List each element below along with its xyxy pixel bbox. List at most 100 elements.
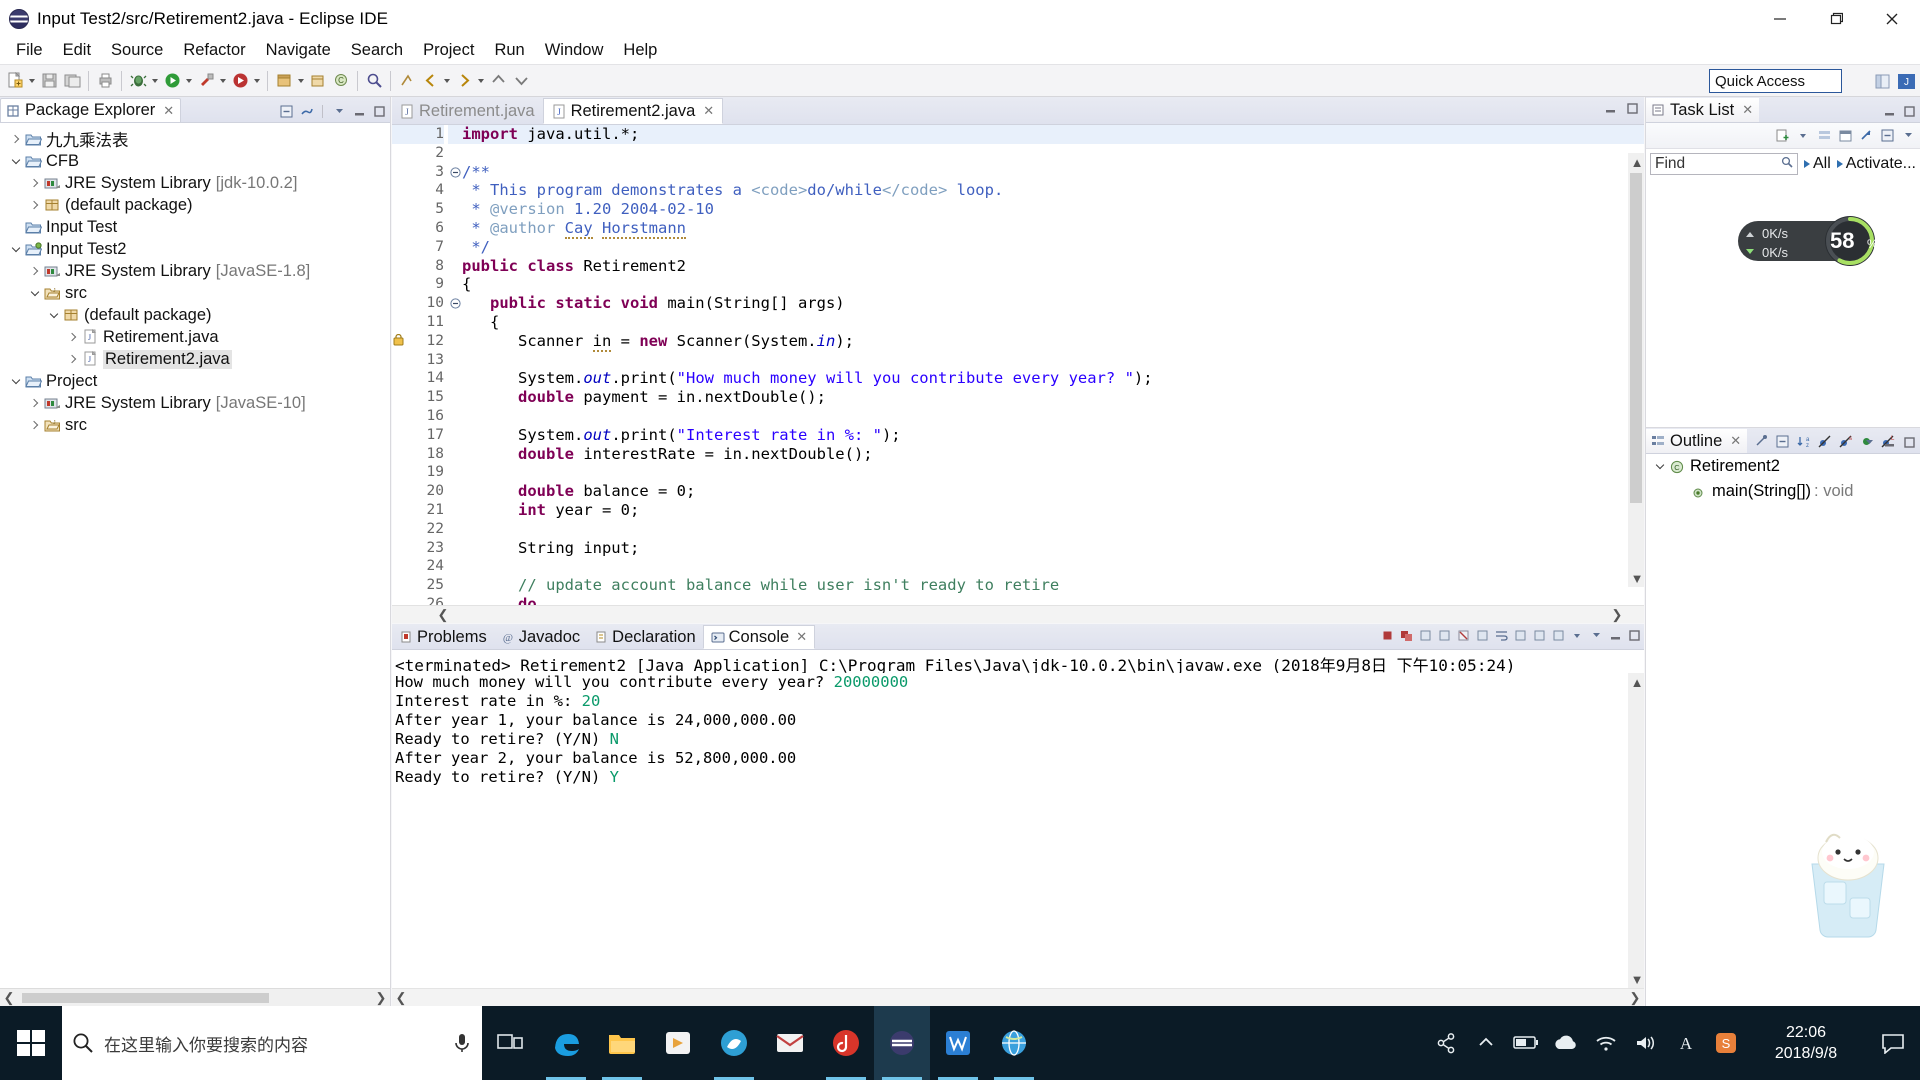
debug-icon[interactable]: [127, 69, 149, 93]
eclipse-icon[interactable]: [874, 1006, 930, 1080]
show-hidden-icons-icon[interactable]: [1466, 1006, 1506, 1080]
close-icon[interactable]: ✕: [1730, 433, 1741, 449]
perspective-java-icon[interactable]: J: [1895, 69, 1917, 93]
close-icon[interactable]: ✕: [163, 103, 174, 119]
chevron-down-icon[interactable]: [46, 307, 62, 323]
close-icon[interactable]: ✕: [703, 103, 714, 119]
debug-dropdown-icon[interactable]: [150, 69, 160, 93]
browser-icon[interactable]: [706, 1006, 762, 1080]
next-annotation-icon[interactable]: [510, 69, 532, 93]
schedule-icon[interactable]: [1837, 127, 1853, 143]
network-monitor-widget[interactable]: 0K/s 0K/s 58 %: [1738, 215, 1888, 267]
minimize-view-icon[interactable]: [1881, 434, 1897, 450]
task-dropdown-icon[interactable]: [1795, 127, 1811, 143]
menu-file[interactable]: File: [6, 39, 53, 62]
tree-item[interactable]: Jsrc: [0, 282, 390, 304]
netease-icon[interactable]: [818, 1006, 874, 1080]
last-edit-location-icon[interactable]: [396, 69, 418, 93]
tree-item[interactable]: (default package): [0, 304, 390, 326]
menu-edit[interactable]: Edit: [53, 39, 101, 62]
taskbar-search-box[interactable]: 在这里输入你要搜索的内容: [62, 1006, 482, 1080]
marker-ruler[interactable]: [392, 125, 410, 605]
menu-run[interactable]: Run: [484, 39, 534, 62]
new-java-project-icon[interactable]: [273, 69, 295, 93]
task-view-icon[interactable]: [482, 1006, 538, 1080]
pin-console-icon[interactable]: [1512, 627, 1528, 643]
menu-navigate[interactable]: Navigate: [256, 39, 341, 62]
clear-console-icon[interactable]: [1455, 627, 1471, 643]
tab-outline[interactable]: Outline ✕: [1646, 429, 1748, 453]
scroll-left-icon[interactable]: ❮: [434, 606, 452, 624]
tree-item[interactable]: Jsrc: [0, 414, 390, 436]
hide-fields-icon[interactable]: [1816, 433, 1832, 449]
console-output[interactable]: How much money will you contribute every…: [392, 673, 1628, 988]
minimize-editor-icon[interactable]: [1602, 100, 1618, 116]
menu-search[interactable]: Search: [341, 39, 413, 62]
save-all-icon[interactable]: [61, 69, 83, 93]
tree-item[interactable]: (default package): [0, 194, 390, 216]
new-package-icon[interactable]: [307, 69, 329, 93]
sort-icon[interactable]: az: [1795, 433, 1811, 449]
minimize-view-icon[interactable]: [1607, 627, 1623, 643]
search-toolbar-icon[interactable]: [363, 69, 385, 93]
link-with-editor-icon[interactable]: [298, 103, 314, 119]
tab-declaration[interactable]: Declaration: [587, 625, 702, 649]
categorize-icon[interactable]: [1816, 127, 1832, 143]
console-vscrollbar[interactable]: ▲ ▼: [1628, 673, 1644, 988]
tab-task-list[interactable]: Task List ✕: [1646, 98, 1760, 122]
maximize-view-icon[interactable]: [1901, 103, 1917, 119]
outline-item[interactable]: C Retirement2: [1646, 454, 1920, 479]
task-filter-all[interactable]: All: [1803, 155, 1831, 173]
new-icon[interactable]: [4, 69, 26, 93]
maximize-view-icon[interactable]: [1901, 434, 1917, 450]
external-tools-dropdown-icon[interactable]: [218, 69, 228, 93]
tree-item[interactable]: Input Test: [0, 216, 390, 238]
scroll-right-icon[interactable]: ❯: [1626, 989, 1644, 1007]
input-method-icon[interactable]: A: [1666, 1006, 1706, 1080]
new-java-project-dropdown-icon[interactable]: [296, 69, 306, 93]
tree-item[interactable]: Project: [0, 370, 390, 392]
volume-icon[interactable]: [1626, 1006, 1666, 1080]
minimize-view-icon[interactable]: [351, 103, 367, 119]
menu-help[interactable]: Help: [613, 39, 667, 62]
onedrive-icon[interactable]: [1546, 1006, 1586, 1080]
tree-item[interactable]: JRE System Library [JavaSE-10]: [0, 392, 390, 414]
collapse-all-icon[interactable]: [278, 103, 294, 119]
menu-project[interactable]: Project: [413, 39, 484, 62]
forward-dropdown-icon[interactable]: [476, 69, 486, 93]
new-class-icon[interactable]: C: [330, 69, 352, 93]
task-activate-button[interactable]: Activate...: [1836, 155, 1916, 173]
quick-access-input[interactable]: Quick Access: [1709, 69, 1842, 93]
chevron-right-icon[interactable]: [27, 395, 43, 411]
file-explorer-icon[interactable]: [594, 1006, 650, 1080]
hscroll-thumb[interactable]: [22, 993, 269, 1003]
scroll-left-icon[interactable]: ❮: [0, 989, 18, 1007]
tree-item[interactable]: JRE System Library [jdk-10.0.2]: [0, 172, 390, 194]
coverage-icon[interactable]: [229, 69, 251, 93]
scroll-lock-icon[interactable]: [1474, 627, 1490, 643]
chevron-down-icon[interactable]: [8, 373, 24, 389]
search-icon[interactable]: [1781, 155, 1793, 173]
code-editor[interactable]: 1 2 3 4 5 6 7 8 9 10 11 12 13 14 15 16 17 18 19 20 21 22 23 24 2…: [392, 125, 1644, 623]
run-icon[interactable]: [161, 69, 183, 93]
chevron-down-icon[interactable]: [8, 153, 24, 169]
fold-collapse-icon[interactable]: [448, 163, 462, 182]
editor-tab-retirement2[interactable]: J Retirement2.java ✕: [542, 98, 724, 124]
notification-center-icon[interactable]: [1866, 1006, 1920, 1080]
globe-icon[interactable]: [986, 1006, 1042, 1080]
taskbar-clock[interactable]: 22:06 2018/9/8: [1746, 1006, 1866, 1080]
editor-tab-retirement[interactable]: J Retirement.java: [392, 98, 543, 124]
vscroll-thumb[interactable]: [1630, 173, 1642, 503]
save-icon[interactable]: [38, 69, 60, 93]
focus-icon[interactable]: [1858, 127, 1874, 143]
tab-console[interactable]: Console ✕: [702, 625, 816, 649]
wifi-icon[interactable]: [1586, 1006, 1626, 1080]
scroll-up-icon[interactable]: ▲: [1628, 153, 1644, 171]
menu-source[interactable]: Source: [101, 39, 173, 62]
mail-icon[interactable]: [762, 1006, 818, 1080]
maximize-editor-icon[interactable]: [1624, 100, 1640, 116]
view-menu-icon[interactable]: [331, 103, 347, 119]
open-console-icon[interactable]: [1550, 627, 1566, 643]
console-hscrollbar[interactable]: ❮ ❯: [392, 988, 1644, 1006]
chevron-right-icon[interactable]: [27, 175, 43, 191]
